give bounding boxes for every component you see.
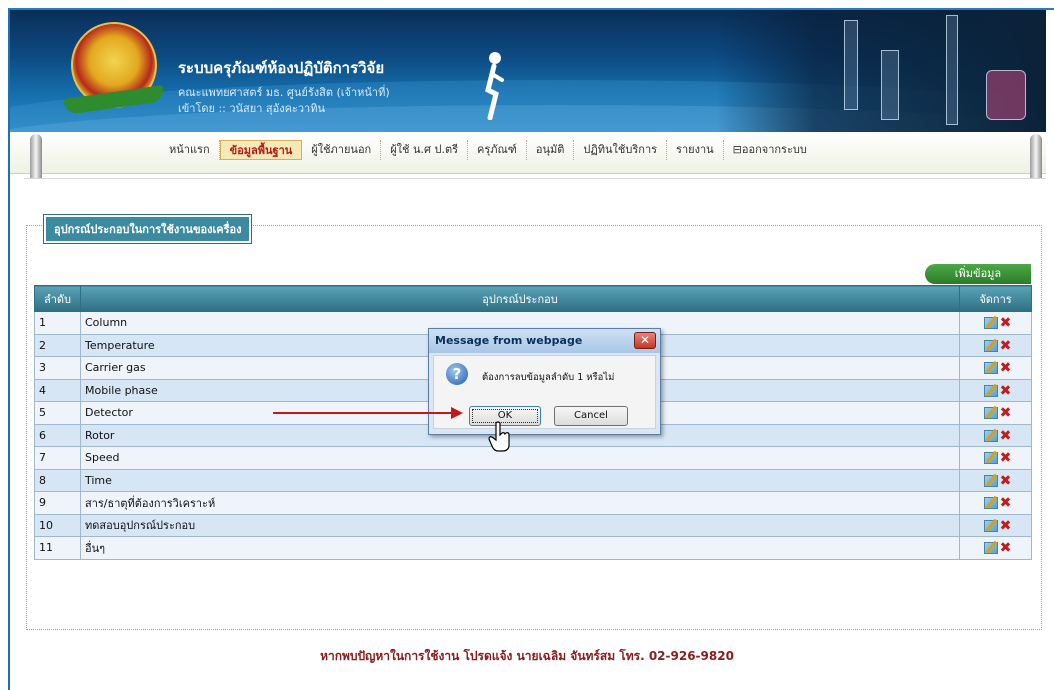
row-number: 6 <box>34 423 81 447</box>
row-number: 11 <box>34 536 81 560</box>
menu-item-equipment[interactable]: ครุภัณฑ์ <box>468 140 527 160</box>
table-row: 10 ทดสอบอุปกรณ์ประกอบ ✖ <box>34 513 1032 537</box>
edit-icon[interactable] <box>983 542 998 555</box>
delete-icon[interactable]: ✖ <box>1000 316 1012 330</box>
row-actions: ✖ <box>959 401 1032 425</box>
right-post <box>1030 134 1042 184</box>
row-number: 1 <box>34 311 81 335</box>
logout-icon: ⊟ <box>732 143 742 156</box>
row-number: 8 <box>34 468 81 492</box>
table-row: 7 Speed ✖ <box>34 446 1032 470</box>
edit-icon[interactable] <box>983 429 998 442</box>
row-accessory-name: Speed <box>80 446 960 470</box>
delete-icon[interactable]: ✖ <box>1000 451 1012 465</box>
dialog-title: Message from webpage <box>435 334 583 347</box>
login-user-label: เข้าโดย :: วนัสยา สุอังคะวาทิน <box>178 102 325 115</box>
delete-icon[interactable]: ✖ <box>1000 519 1012 533</box>
row-actions: ✖ <box>959 356 1032 380</box>
dialog-body: ? ต้องการลบข้อมูลลำดับ 1 หรือไม่ OK Canc… <box>433 355 656 429</box>
menu-item-logout[interactable]: ⊟ออกจากระบบ <box>724 140 816 160</box>
row-actions: ✖ <box>959 468 1032 492</box>
header-banner <box>10 10 1046 132</box>
row-actions: ✖ <box>959 311 1032 335</box>
dialog-message: ต้องการลบข้อมูลลำดับ 1 หรือไม่ <box>482 372 615 383</box>
question-icon: ? <box>446 363 468 385</box>
delete-icon[interactable]: ✖ <box>1000 361 1012 375</box>
row-actions: ✖ <box>959 378 1032 402</box>
table-header-row: ลำดับ อุปกรณ์ประกอบ จัดการ <box>34 285 1032 312</box>
lab-tube <box>844 20 858 110</box>
delete-icon[interactable]: ✖ <box>1000 541 1012 555</box>
delete-icon[interactable]: ✖ <box>1000 339 1012 353</box>
row-number: 10 <box>34 513 81 537</box>
delete-icon[interactable]: ✖ <box>1000 406 1012 420</box>
column-header-manage: จัดการ <box>959 285 1032 312</box>
row-actions: ✖ <box>959 446 1032 470</box>
row-actions: ✖ <box>959 423 1032 447</box>
edit-icon[interactable] <box>983 384 998 397</box>
row-number: 9 <box>34 491 81 515</box>
dialog-close-button[interactable]: ✕ <box>634 332 656 349</box>
system-title: ระบบครุภัณฑ์ห้องปฏิบัติการวิจัย <box>178 59 385 77</box>
menu-item-basic-data[interactable]: ข้อมูลพื้นฐาน <box>219 140 303 160</box>
delete-icon[interactable]: ✖ <box>1000 496 1012 510</box>
main-menu: หน้าแรก ข้อมูลพื้นฐาน ผู้ใช้ภายนอก ผู้ใช… <box>160 140 816 160</box>
edit-icon[interactable] <box>983 407 998 420</box>
table-row: 11 อื่นๆ ✖ <box>34 536 1032 560</box>
menu-item-approve[interactable]: อนุมัติ <box>527 140 575 160</box>
pointer-arrow-icon <box>451 407 463 419</box>
figure-icon <box>480 50 506 121</box>
pointer-arrow-line <box>273 412 453 414</box>
add-data-button[interactable]: เพิ่มข้อมูล <box>925 264 1031 284</box>
menu-item-home[interactable]: หน้าแรก <box>160 140 220 160</box>
delete-icon[interactable]: ✖ <box>1000 474 1012 488</box>
row-actions: ✖ <box>959 491 1032 515</box>
row-accessory-name: อื่นๆ <box>80 536 960 560</box>
edit-icon[interactable] <box>983 519 998 532</box>
row-number: 2 <box>34 333 81 357</box>
lab-tube <box>946 15 958 125</box>
row-number: 7 <box>34 446 81 470</box>
menu-item-report[interactable]: รายงาน <box>667 140 724 160</box>
table-row: 9 สาร/ธาตุที่ต้องการวิเคราะห์ ✖ <box>34 491 1032 515</box>
lab-photo <box>716 10 1046 132</box>
menu-item-undergrad-users[interactable]: ผู้ใช้ น.ศ ป.ตรี <box>381 140 469 160</box>
menu-item-logout-label: ออกจากระบบ <box>741 143 807 156</box>
row-number: 4 <box>34 378 81 402</box>
row-accessory-name: สาร/ธาตุที่ต้องการวิเคราะห์ <box>80 491 960 515</box>
edit-icon[interactable] <box>983 497 998 510</box>
column-header-accessory: อุปกรณ์ประกอบ <box>80 285 960 312</box>
edit-icon[interactable] <box>983 474 998 487</box>
row-actions: ✖ <box>959 513 1032 537</box>
row-actions: ✖ <box>959 333 1032 357</box>
row-accessory-name: ทดสอบอุปกรณ์ประกอบ <box>80 513 960 537</box>
edit-icon[interactable] <box>983 317 998 330</box>
menu-item-external-users[interactable]: ผู้ใช้ภายนอก <box>302 140 382 160</box>
dialog-titlebar: Message from webpage ✕ <box>429 329 660 353</box>
edit-icon[interactable] <box>983 452 998 465</box>
column-header-no: ลำดับ <box>34 285 81 312</box>
row-accessory-name: Time <box>80 468 960 492</box>
menu-item-calendar[interactable]: ปฏิทินใช้บริการ <box>574 140 668 160</box>
footer-contact: หากพบปัญหาในการใช้งาน โปรดแจ้ง นายเฉลิม … <box>320 649 734 663</box>
cancel-button[interactable]: Cancel <box>554 406 628 426</box>
delete-icon[interactable]: ✖ <box>1000 384 1012 398</box>
lab-beaker <box>986 70 1026 120</box>
row-number: 3 <box>34 356 81 380</box>
row-number: 5 <box>34 401 81 425</box>
hand-cursor-icon <box>488 421 512 453</box>
edit-icon[interactable] <box>983 339 998 352</box>
lab-tube <box>881 50 899 120</box>
edit-icon[interactable] <box>983 362 998 375</box>
table-row: 8 Time ✖ <box>34 468 1032 492</box>
delete-icon[interactable]: ✖ <box>1000 429 1012 443</box>
section-legend: อุปกรณ์ประกอบในการใช้งานของเครื่อง <box>42 214 253 244</box>
row-actions: ✖ <box>959 536 1032 560</box>
left-post <box>30 134 42 184</box>
